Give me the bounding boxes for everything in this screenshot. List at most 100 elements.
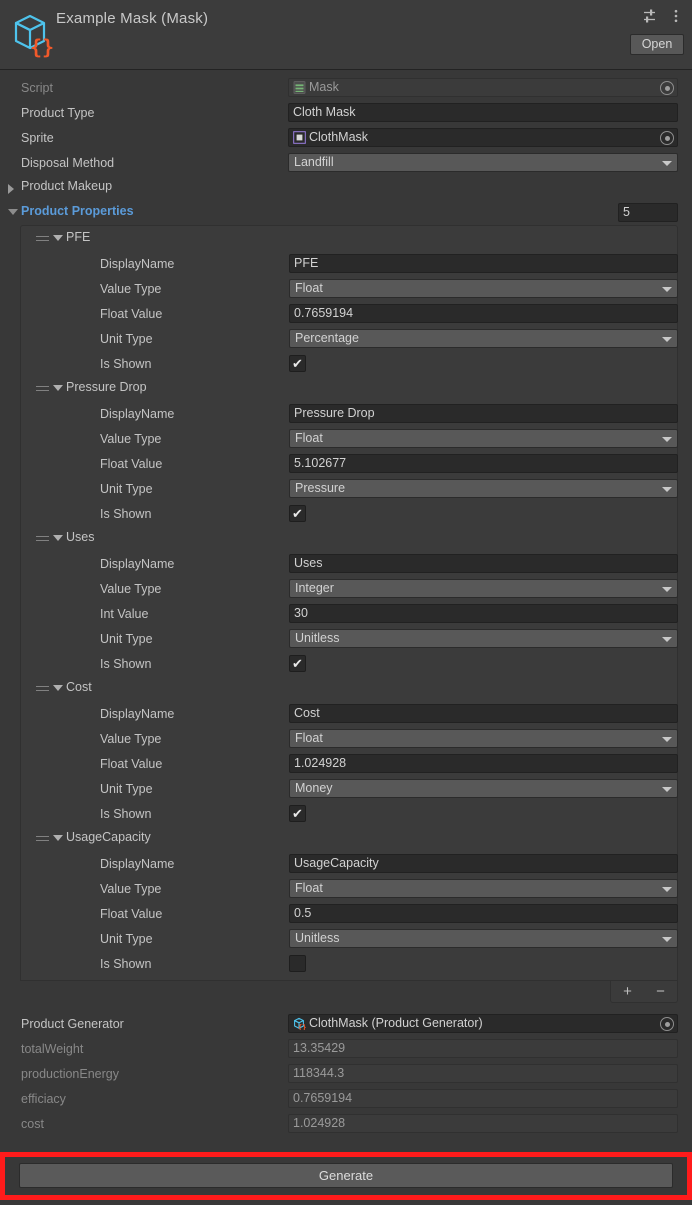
value-type-dropdown[interactable]: Integer	[289, 579, 678, 598]
row-display-name: DisplayName UsageCapacity	[21, 851, 678, 876]
value-text: 30	[294, 606, 308, 620]
foldout-product-makeup[interactable]: Product Makeup	[0, 175, 692, 200]
display-name-field[interactable]: Uses	[289, 554, 678, 573]
unit-type-dropdown[interactable]: Money	[289, 779, 678, 798]
display-name-label: DisplayName	[100, 406, 175, 421]
value-type-label: Value Type	[100, 281, 162, 296]
drag-handle-icon[interactable]	[36, 536, 49, 543]
display-name-value: Cost	[294, 706, 320, 720]
chevron-down-icon	[662, 937, 672, 942]
display-name-field[interactable]: PFE	[289, 254, 678, 273]
product-generator-value: ClothMask (Product Generator)	[309, 1016, 483, 1030]
value-type-label: Value Type	[100, 731, 162, 746]
display-name-label: DisplayName	[100, 556, 175, 571]
display-name-field[interactable]: Cost	[289, 704, 678, 723]
display-name-label: DisplayName	[100, 706, 175, 721]
chevron-down-icon	[662, 287, 672, 292]
svg-text:{}: {}	[30, 35, 54, 58]
display-name-value: Pressure Drop	[294, 406, 375, 420]
chevron-down-icon	[53, 835, 63, 841]
row-display-name: DisplayName Pressure Drop	[21, 401, 678, 426]
is-shown-checkbox[interactable]	[289, 655, 306, 672]
is-shown-checkbox[interactable]	[289, 505, 306, 522]
value-field[interactable]: 30	[289, 604, 678, 623]
value-label: Float Value	[100, 306, 163, 321]
list-item-header[interactable]: UsageCapacity	[21, 826, 677, 851]
foldout-product-properties[interactable]: Product Properties 5	[0, 200, 692, 225]
chevron-down-icon	[662, 737, 672, 742]
value-text: 1.024928	[294, 756, 347, 770]
drag-handle-icon[interactable]	[36, 236, 49, 243]
drag-handle-icon[interactable]	[36, 686, 49, 693]
generate-button[interactable]: Generate	[19, 1163, 673, 1188]
object-picker-icon[interactable]	[660, 1017, 674, 1031]
value-type-dropdown[interactable]: Float	[289, 879, 678, 898]
product-generator-label: Product Generator	[21, 1016, 124, 1031]
script-label: Script	[21, 80, 53, 95]
unit-type-dropdown[interactable]: Percentage	[289, 329, 678, 348]
is-shown-label: Is Shown	[100, 806, 152, 821]
drag-handle-icon[interactable]	[36, 386, 49, 393]
kebab-menu-icon[interactable]	[668, 8, 684, 24]
value-type-dropdown[interactable]: Float	[289, 279, 678, 298]
is-shown-checkbox[interactable]	[289, 805, 306, 822]
row-is-shown: Is Shown	[21, 651, 677, 676]
is-shown-checkbox[interactable]	[289, 355, 306, 372]
script-field[interactable]: Mask	[288, 78, 678, 97]
unit-type-dropdown[interactable]: Unitless	[289, 929, 678, 948]
list-item-name: UsageCapacity	[66, 830, 151, 844]
display-name-field[interactable]: UsageCapacity	[289, 854, 678, 873]
array-size-field[interactable]: 5	[618, 203, 678, 222]
is-shown-checkbox[interactable]	[289, 955, 306, 972]
open-button[interactable]: Open	[630, 34, 684, 55]
value-field[interactable]: 1.024928	[289, 754, 678, 773]
value-label: Float Value	[100, 906, 163, 921]
unit-type-value: Percentage	[295, 331, 359, 345]
object-picker-icon[interactable]	[660, 131, 674, 145]
chevron-down-icon	[53, 235, 63, 241]
remove-item-button[interactable]: −	[656, 984, 665, 999]
product-type-field[interactable]: Cloth Mask	[288, 103, 678, 122]
value-type-dropdown[interactable]: Float	[289, 429, 678, 448]
row-value-type: Value Type Float	[21, 726, 678, 751]
value-type-dropdown[interactable]: Float	[289, 729, 678, 748]
row-product-type: Product Type Cloth Mask	[0, 100, 692, 125]
product-generator-field[interactable]: {} ClothMask (Product Generator)	[288, 1014, 678, 1033]
sprite-field[interactable]: ClothMask	[288, 128, 678, 147]
value-field[interactable]: 0.5	[289, 904, 678, 923]
list-footer: + −	[20, 981, 678, 1011]
value-field[interactable]: 5.102677	[289, 454, 678, 473]
list-item-header[interactable]: Cost	[21, 676, 677, 701]
chevron-down-icon	[662, 587, 672, 592]
object-picker-icon[interactable]	[660, 81, 674, 95]
chevron-down-icon	[662, 337, 672, 342]
unit-type-label: Unit Type	[100, 931, 153, 946]
list-item-header[interactable]: Uses	[21, 526, 677, 551]
value-text: 0.7659194	[294, 306, 354, 320]
add-item-button[interactable]: +	[623, 984, 632, 999]
preset-sliders-icon[interactable]	[642, 8, 658, 24]
chevron-down-icon	[662, 637, 672, 642]
list-item-name: PFE	[66, 230, 91, 244]
row-unit-type: Unit Type Pressure	[21, 476, 678, 501]
drag-handle-icon[interactable]	[36, 836, 49, 843]
list-item-header[interactable]: Pressure Drop	[21, 376, 677, 401]
unit-type-value: Unitless	[295, 931, 340, 945]
unit-type-dropdown[interactable]: Unitless	[289, 629, 678, 648]
row-unit-type: Unit Type Unitless	[21, 926, 678, 951]
chevron-down-icon	[662, 437, 672, 442]
value-field[interactable]: 0.7659194	[289, 304, 678, 323]
cost-value: 1.024928	[293, 1116, 346, 1130]
display-name-value: UsageCapacity	[294, 856, 379, 870]
unit-type-dropdown[interactable]: Pressure	[289, 479, 678, 498]
disposal-method-value: Landfill	[294, 155, 334, 169]
chevron-down-icon	[662, 487, 672, 492]
disposal-method-dropdown[interactable]: Landfill	[288, 153, 678, 172]
list-item-header[interactable]: PFE	[21, 226, 677, 251]
page-title: Example Mask (Mask)	[56, 10, 209, 27]
display-name-field[interactable]: Pressure Drop	[289, 404, 678, 423]
row-value-type: Value Type Float	[21, 876, 678, 901]
efficiacy-label: efficiacy	[21, 1091, 66, 1106]
product-type-label: Product Type	[21, 105, 95, 120]
cs-script-icon	[293, 81, 306, 94]
